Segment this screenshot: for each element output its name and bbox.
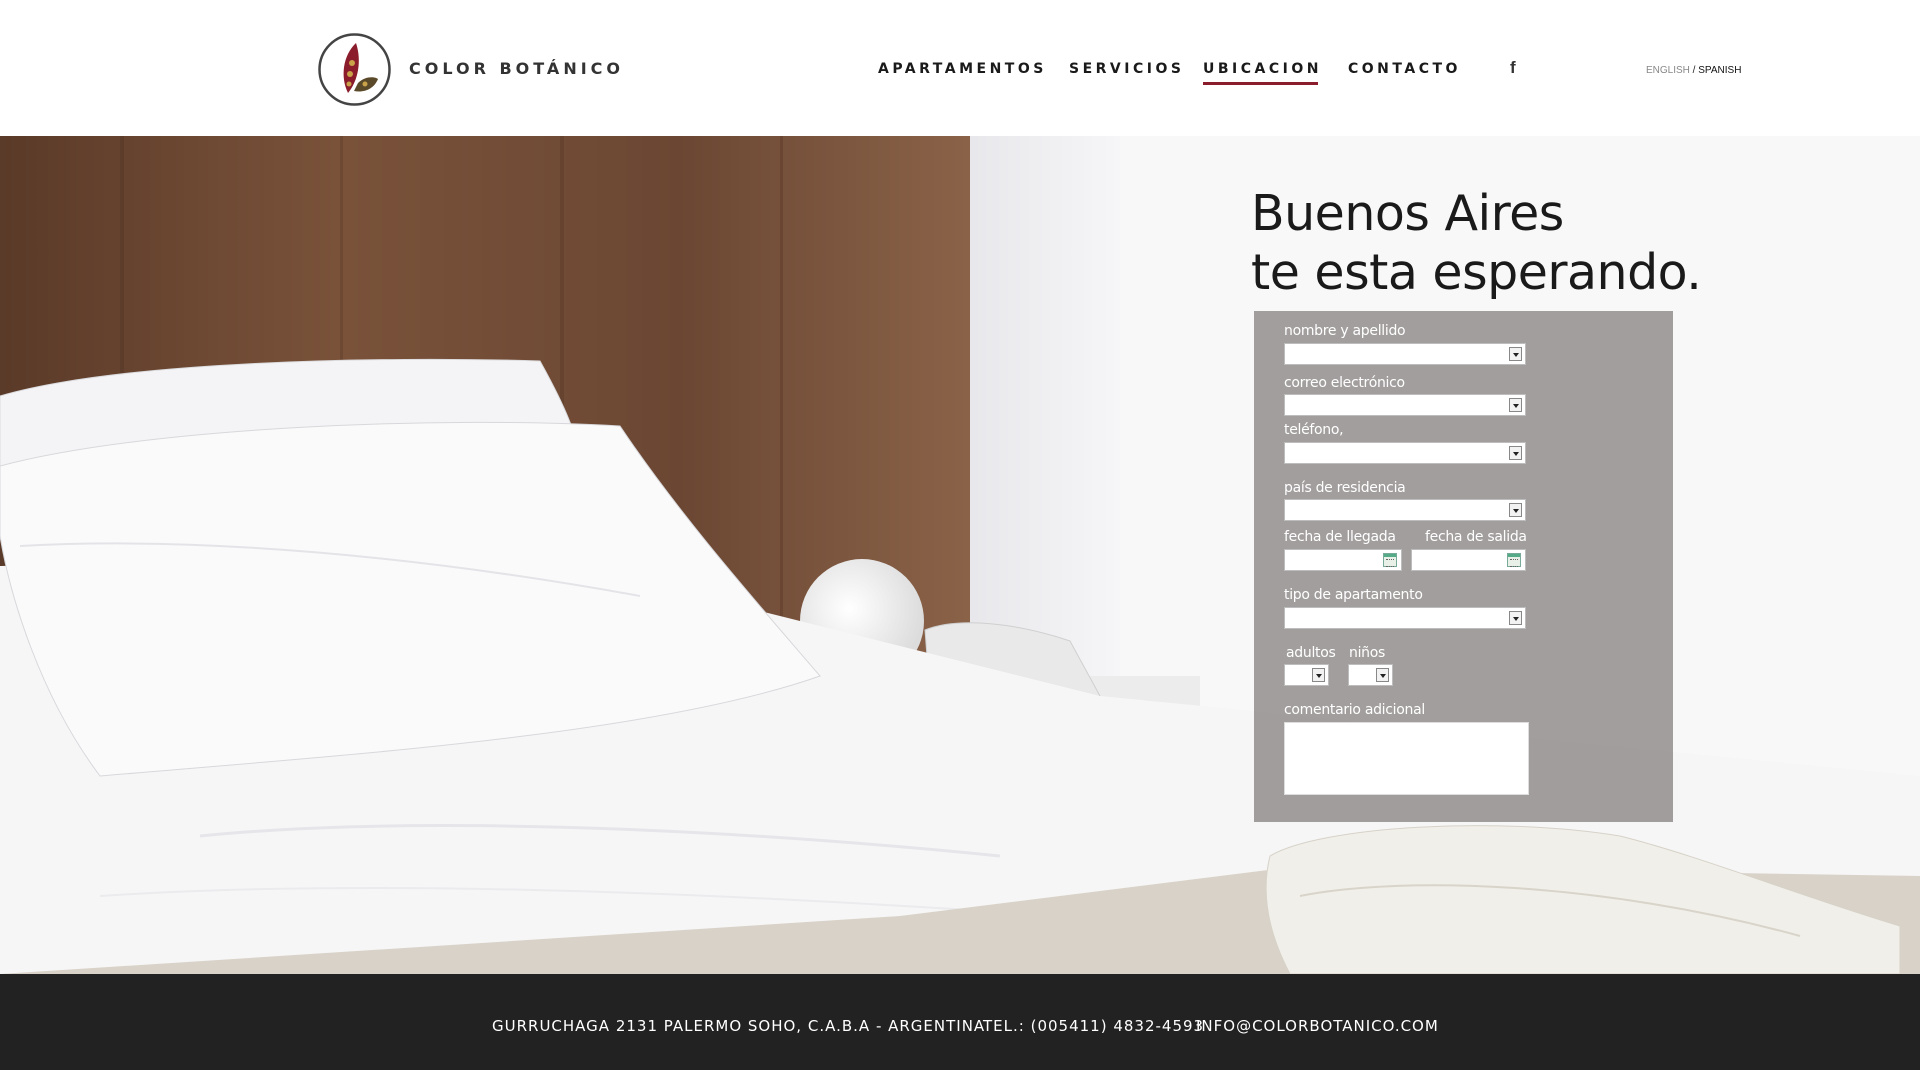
- name-label: nombre y apellido: [1284, 323, 1406, 339]
- departure-date-field[interactable]: [1411, 549, 1526, 571]
- email-field[interactable]: [1284, 394, 1526, 416]
- adults-label: adultos: [1286, 645, 1336, 661]
- chevron-down-icon[interactable]: [1312, 668, 1325, 682]
- adults-select[interactable]: [1284, 664, 1329, 686]
- arrival-date-field[interactable]: [1284, 549, 1402, 571]
- chevron-down-icon[interactable]: [1509, 398, 1522, 412]
- hero-headline-line1: Buenos Aires: [1251, 185, 1564, 242]
- brand-logo[interactable]: [318, 33, 391, 106]
- lang-spanish-link[interactable]: SPANISH: [1698, 65, 1741, 76]
- calendar-icon[interactable]: [1507, 553, 1521, 567]
- children-label: niños: [1349, 645, 1385, 661]
- facebook-icon[interactable]: f: [1510, 58, 1516, 78]
- nav-item-servicios[interactable]: SERVICIOS: [1069, 61, 1184, 77]
- email-label: correo electrónico: [1284, 375, 1405, 391]
- nav-item-contacto[interactable]: CONTACTO: [1348, 61, 1461, 77]
- footer-address: GURRUCHAGA 2131 PALERMO SOHO, C.A.B.A - …: [492, 1017, 986, 1035]
- comment-label: comentario adicional: [1284, 702, 1425, 718]
- chevron-down-icon[interactable]: [1509, 347, 1522, 361]
- comment-textarea[interactable]: [1284, 722, 1529, 795]
- apartment-type-label: tipo de apartamento: [1284, 587, 1423, 603]
- lang-separator: /: [1689, 65, 1699, 76]
- brand-name[interactable]: COLOR BOTÁNICO: [409, 59, 624, 78]
- calendar-icon[interactable]: [1383, 553, 1397, 567]
- country-select[interactable]: [1284, 499, 1526, 521]
- hero-headline-line2: te esta esperando.: [1251, 244, 1702, 301]
- children-select[interactable]: [1348, 664, 1393, 686]
- chevron-down-icon[interactable]: [1509, 611, 1522, 625]
- footer-email-link[interactable]: INFO@COLORBOTANICO.COM: [1196, 1017, 1439, 1035]
- language-switcher: ENGLISH / SPANISH: [1646, 65, 1741, 76]
- chevron-down-icon[interactable]: [1509, 446, 1522, 460]
- arrival-label: fecha de llegada: [1284, 529, 1396, 545]
- apartment-type-select[interactable]: [1284, 607, 1526, 629]
- chevron-down-icon[interactable]: [1509, 503, 1522, 517]
- nav-item-ubicacion[interactable]: UBICACION: [1203, 61, 1322, 85]
- nav-item-apartamentos[interactable]: APARTAMENTOS: [878, 61, 1047, 77]
- hero-headline: Buenos Aires te esta esperando.: [1251, 184, 1702, 302]
- site-header: COLOR BOTÁNICO APARTAMENTOS SERVICIOS UB…: [0, 0, 1920, 136]
- footer-phone: TEL.: (005411) 4832-4593: [983, 1017, 1205, 1035]
- departure-label: fecha de salida: [1425, 529, 1527, 545]
- country-label: país de residencia: [1284, 480, 1406, 496]
- phone-label: teléfono,: [1284, 422, 1344, 438]
- phone-field[interactable]: [1284, 442, 1526, 464]
- lang-english-link[interactable]: ENGLISH: [1646, 65, 1690, 76]
- name-field[interactable]: [1284, 343, 1526, 365]
- chevron-down-icon[interactable]: [1376, 668, 1389, 682]
